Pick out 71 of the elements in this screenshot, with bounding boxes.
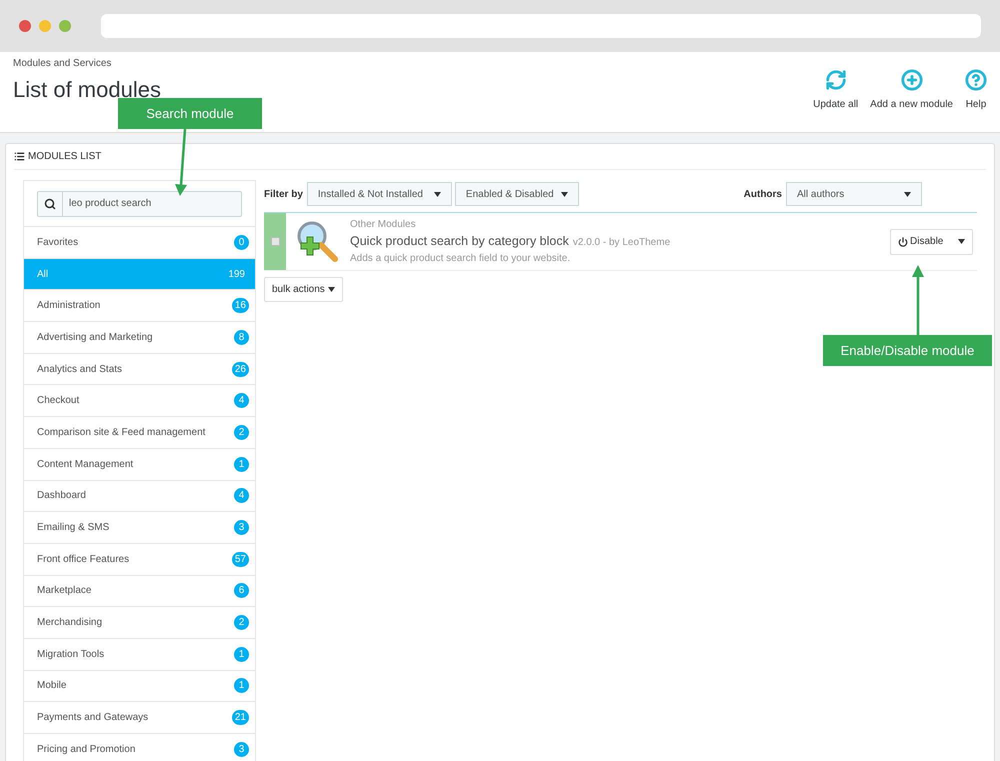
category-label: Administration: [37, 299, 100, 314]
category-item[interactable]: Mobile 1: [24, 670, 255, 702]
caret-icon: [434, 192, 441, 196]
count-badge: 6: [234, 583, 249, 598]
category-label: Merchandising: [37, 616, 102, 630]
count-badge: 3: [234, 520, 249, 536]
list-icon: [14, 151, 25, 162]
category-item[interactable]: Dashboard 4: [24, 480, 255, 512]
category-label: Payments and Gateways: [37, 711, 148, 726]
authors-select[interactable]: All authors: [786, 182, 922, 206]
category-label: All: [37, 268, 48, 282]
bulk-actions-button[interactable]: bulk actions: [264, 277, 343, 302]
category-label: Pricing and Promotion: [37, 742, 136, 757]
category-label: Analytics and Stats: [37, 362, 122, 377]
count-badge: 3: [234, 742, 249, 757]
filter-label: Filter by: [264, 188, 303, 202]
count-badge: 0: [234, 234, 249, 250]
disable-button[interactable]: Disable: [890, 228, 973, 254]
add-icon: [900, 69, 923, 91]
category-label: Advertising and Marketing: [37, 330, 153, 345]
toolbar-button[interactable]: Update all: [813, 69, 858, 132]
category-label: Mobile: [37, 679, 66, 694]
count-badge: 26: [232, 362, 249, 377]
count-badge: 4: [234, 488, 249, 504]
toolbar-button[interactable]: Help: [965, 69, 987, 132]
address-bar[interactable]: [101, 14, 981, 38]
callout-label: Enable/Disable module: [823, 335, 992, 366]
caret-icon: [328, 287, 335, 292]
module-category: Other Modules: [350, 218, 417, 232]
category-label: Front office Features: [37, 552, 130, 567]
count-badge: 1: [234, 678, 249, 694]
callout-label: Search module: [118, 98, 262, 129]
toolbar-button[interactable]: Add a new module: [870, 69, 953, 132]
count-badge: 16: [232, 298, 249, 314]
caret-icon: [904, 192, 911, 196]
count-badge: 8: [234, 330, 249, 345]
category-label: Comparison site & Feed management: [37, 426, 206, 440]
panel-title: MODULES LIST: [28, 150, 102, 164]
caret-icon: [560, 192, 568, 196]
callout-arrow: [174, 129, 188, 197]
count-badge: 21: [232, 710, 249, 726]
count-badge: 2: [234, 615, 249, 630]
breadcrumb[interactable]: Modules and Services: [13, 56, 161, 71]
category-label: Emailing & SMS: [37, 521, 110, 536]
category-label: Dashboard: [37, 489, 86, 504]
refresh-icon: [824, 69, 847, 91]
search-field[interactable]: leo product search: [63, 190, 242, 216]
authors-label: Authors: [744, 188, 782, 202]
status-select[interactable]: Installed & Not Installed: [306, 182, 452, 206]
count-badge: 2: [234, 424, 249, 440]
category-label: Content Management: [37, 458, 134, 472]
search-icon: [44, 198, 56, 210]
count-badge: 57: [232, 552, 249, 567]
module-name: Quick product search by category block: [350, 233, 569, 250]
count-badge: 1: [234, 646, 249, 662]
category-label: Marketplace: [37, 584, 92, 598]
category-item[interactable]: Marketplace 6: [24, 576, 255, 608]
callout-arrow: [911, 265, 925, 335]
category-label: Favorites: [37, 236, 78, 250]
module-description: Adds a quick product search field to your website.: [350, 252, 572, 266]
caret-icon: [958, 239, 965, 244]
power-icon: [898, 236, 908, 246]
count-badge: 4: [234, 393, 249, 408]
help-icon: [965, 69, 987, 91]
category-label: Migration Tools: [37, 648, 104, 662]
enabled-select[interactable]: Enabled & Disabled: [454, 182, 579, 206]
checkbox[interactable]: [270, 237, 280, 246]
module-meta: v2.0.0 - by LeoTheme: [572, 236, 670, 250]
count-label: 199: [227, 268, 246, 282]
category-label: Checkout: [37, 394, 80, 408]
count-badge: 1: [234, 456, 249, 472]
